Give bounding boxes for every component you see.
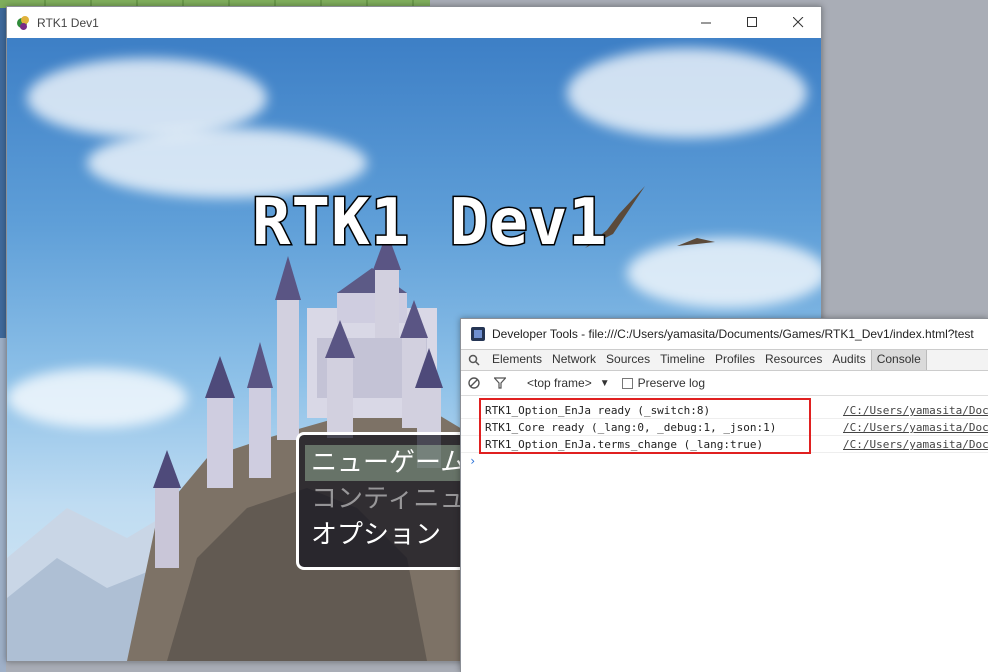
frame-selector[interactable]: <top frame> bbox=[527, 376, 592, 390]
minimize-button[interactable] bbox=[683, 7, 729, 38]
window-controls bbox=[683, 7, 821, 38]
tab-network[interactable]: Network bbox=[547, 350, 601, 370]
clear-console-icon bbox=[468, 377, 480, 389]
close-button[interactable] bbox=[775, 7, 821, 38]
menu-item-new-game[interactable]: ニューゲーム bbox=[305, 445, 481, 481]
minimize-icon bbox=[700, 22, 711, 24]
close-icon bbox=[792, 17, 803, 28]
console-output: RTK1_Option_EnJa ready (_switch:8) /C:/U… bbox=[461, 396, 988, 470]
game-window-titlebar[interactable]: RTK1 Dev1 bbox=[7, 7, 821, 38]
frame-dropdown-icon[interactable]: ▼ bbox=[600, 378, 610, 389]
menu-item-continue[interactable]: コンティニュー bbox=[311, 481, 481, 517]
window-title: RTK1 Dev1 bbox=[37, 15, 99, 30]
red-highlight-annotation bbox=[479, 398, 811, 454]
preserve-log-label: Preserve log bbox=[637, 376, 705, 390]
tab-elements[interactable]: Elements bbox=[487, 350, 547, 370]
devtools-title: Developer Tools - file:///C:/Users/yamas… bbox=[492, 327, 974, 341]
devtools-tab-bar: Elements Network Sources Timeline Profil… bbox=[461, 349, 988, 371]
game-title: RTK1 Dev1 bbox=[251, 185, 609, 262]
preserve-log-checkbox[interactable] bbox=[621, 377, 633, 389]
rpg-maker-app-icon bbox=[15, 15, 31, 31]
console-toolbar: <top frame> ▼ Preserve log bbox=[461, 371, 988, 396]
console-source-link[interactable]: /C:/Users/yamasita/Doc bbox=[843, 419, 988, 436]
maximize-icon bbox=[746, 17, 757, 27]
console-prompt[interactable]: › bbox=[461, 453, 988, 470]
tab-console[interactable]: Console bbox=[870, 350, 927, 370]
clear-console-button[interactable] bbox=[461, 377, 487, 389]
developer-tools-window: Developer Tools - file:///C:/Users/yamas… bbox=[460, 318, 988, 672]
devtools-titlebar[interactable]: Developer Tools - file:///C:/Users/yamas… bbox=[461, 319, 988, 349]
console-source-link[interactable]: /C:/Users/yamasita/Doc bbox=[843, 436, 988, 453]
devtools-app-icon bbox=[471, 327, 485, 341]
tab-resources[interactable]: Resources bbox=[760, 350, 827, 370]
maximize-button[interactable] bbox=[729, 7, 775, 38]
filter-button[interactable] bbox=[487, 377, 513, 389]
tab-audits[interactable]: Audits bbox=[827, 350, 870, 370]
search-icon bbox=[468, 354, 480, 366]
menu-item-options[interactable]: オプション bbox=[311, 517, 481, 553]
tab-sources[interactable]: Sources bbox=[601, 350, 655, 370]
inspect-search-icon[interactable] bbox=[461, 354, 487, 366]
filter-icon bbox=[494, 377, 506, 389]
console-source-link[interactable]: /C:/Users/yamasita/Doc bbox=[843, 402, 988, 419]
tab-timeline[interactable]: Timeline bbox=[655, 350, 710, 370]
tab-profiles[interactable]: Profiles bbox=[710, 350, 760, 370]
